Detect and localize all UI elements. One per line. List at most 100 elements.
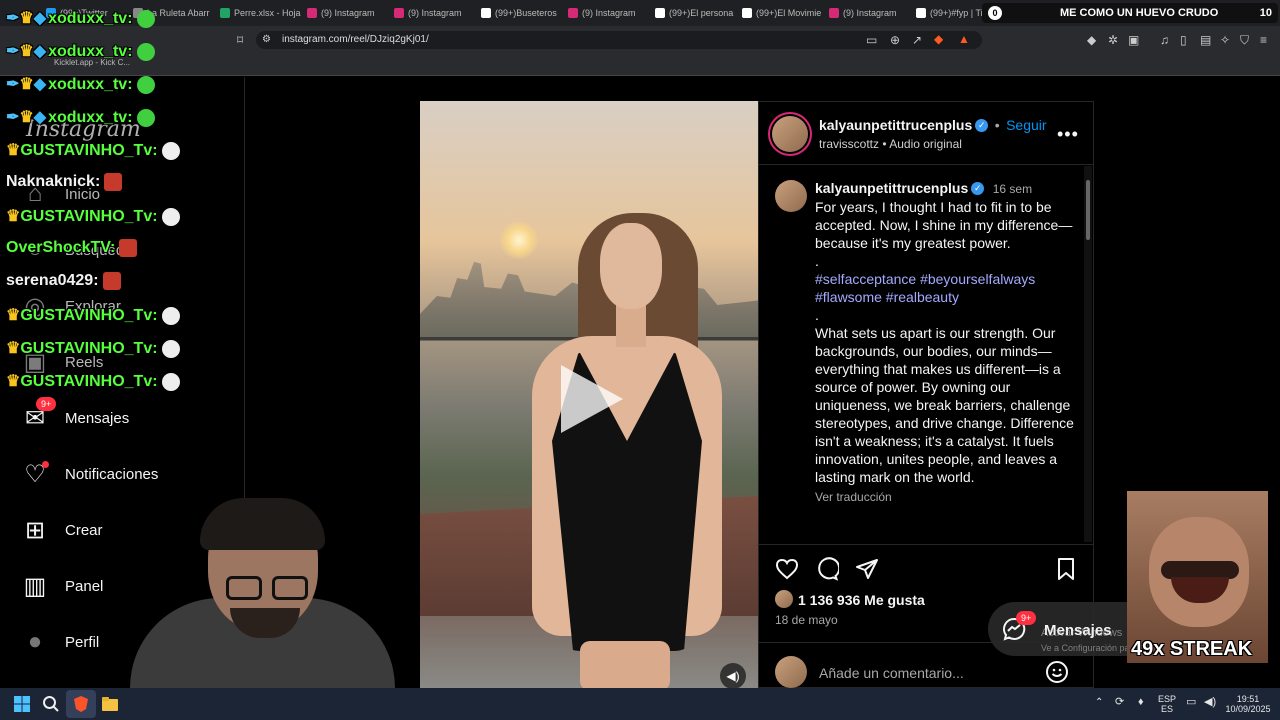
wallet-icon[interactable]: ▤ (1200, 34, 1211, 46)
audio-label[interactable]: Audio original (889, 137, 962, 151)
volume-icon[interactable]: ◀) (720, 663, 746, 688)
plus-icon: ⊞ (24, 516, 46, 544)
caption-hashtags[interactable]: #selfacceptance #beyourselfalways #flaws… (815, 270, 1077, 306)
caption-scrollbar-thumb[interactable] (1086, 180, 1090, 240)
chat-emote-icon (161, 141, 180, 160)
author-username[interactable]: kalyaunpetittrucenplus (819, 117, 972, 133)
site-settings-icon[interactable]: ⚙ (262, 34, 271, 46)
chat-message: ✒♛◆ xoduxx_tv: (6, 74, 155, 94)
tab-label: (9) Instagram (408, 8, 462, 18)
post-header: kalyaunpetittrucenplus ✓ • Seguir (819, 117, 1047, 135)
tab-label: (9) Instagram (843, 8, 897, 18)
leo-icon[interactable]: ✧ (1220, 34, 1230, 46)
sidebar-item-notificaciones[interactable]: ♡ Notificaciones (22, 461, 158, 488)
comment-icon[interactable] (815, 557, 839, 581)
audio-info: travisscottz • Audio original (819, 137, 962, 151)
author-avatar[interactable] (772, 116, 808, 152)
tray-overflow-icon[interactable]: ⌃ (1095, 698, 1103, 708)
sidebar-item-label: Mensajes (65, 409, 130, 427)
sidebar-item-perfil[interactable]: ● Perfil (22, 628, 99, 655)
browser-tab[interactable]: (99+)El Movimie (736, 0, 823, 26)
chat-emote-icon (136, 42, 155, 61)
chat-username: Naknaknick: (6, 173, 101, 191)
brave-shield-icon[interactable]: ◆ (934, 33, 943, 45)
like-count[interactable]: 1 136 936 Me gusta (798, 592, 925, 608)
tray-language[interactable]: ESP ES (1158, 694, 1176, 714)
messages-icon: ✉ 9+ (22, 397, 57, 432)
tab-favicon-icon (568, 8, 578, 18)
chat-message: ✒♛◆ xoduxx_tv: (6, 107, 155, 127)
emoji-icon[interactable] (1045, 660, 1069, 684)
zoom-icon[interactable]: ⊕ (890, 34, 900, 46)
screenshot-icon[interactable]: ▣ (1128, 34, 1139, 46)
windows-start-icon[interactable] (13, 695, 31, 713)
media-icon[interactable]: ♫ (1160, 34, 1169, 46)
chat-emote-icon (161, 372, 180, 391)
bookmark-icon[interactable]: ⌑ (237, 34, 243, 46)
tab-favicon-icon (394, 8, 404, 18)
tab-label: La Ruleta Abarr (147, 8, 210, 18)
webcam-overlay (130, 498, 395, 688)
share-icon[interactable]: ↗ (912, 34, 922, 46)
tray-date: 10/09/2025 (1225, 704, 1271, 714)
play-icon[interactable] (561, 365, 623, 433)
like-icon[interactable] (775, 557, 799, 581)
puzzle-icon[interactable]: ✲ (1108, 34, 1118, 46)
chat-username: GUSTAVINHO_Tv: (20, 307, 158, 324)
notification-dot-icon (42, 461, 49, 468)
reel-video[interactable]: ◀) (420, 101, 758, 688)
chat-username: OverShockTV: (6, 239, 116, 257)
sidebar-toggle-icon[interactable]: ▯ (1180, 34, 1187, 46)
video-figure-head (600, 223, 662, 309)
file-explorer-icon[interactable] (101, 695, 119, 713)
tray-network-icon[interactable]: ▭ (1186, 697, 1196, 708)
follow-button[interactable]: Seguir (1006, 117, 1046, 133)
caption-avatar[interactable] (775, 180, 807, 212)
tray-volume-icon[interactable]: ◀) (1204, 697, 1216, 708)
tray-sync-icon[interactable]: ⟳ (1115, 697, 1124, 708)
browser-tab[interactable]: Perre.xlsx - Hoja (214, 0, 301, 26)
heart-icon: ♡ (22, 461, 49, 488)
share-post-icon[interactable] (855, 557, 879, 581)
liker-avatar[interactable] (775, 590, 793, 608)
browser-tab[interactable]: (99+)Buseteros (475, 0, 562, 26)
chat-emote-icon (119, 239, 138, 257)
taskbar-search-icon[interactable] (42, 695, 60, 713)
browser-tab[interactable]: (9) Instagram (562, 0, 649, 26)
actions-divider (759, 544, 1093, 545)
vpn-icon[interactable]: ⛉ (1240, 34, 1249, 46)
chat-emote-icon (136, 108, 155, 127)
chat-crown-icon: ♛ (6, 307, 21, 324)
tab-favicon-icon (481, 8, 491, 18)
see-translation-link[interactable]: Ver traducción (815, 488, 1077, 506)
audio-author[interactable]: travisscottz (819, 137, 879, 151)
chat-emote-icon (104, 173, 123, 191)
caption-username[interactable]: kalyaunpetittrucenplus (815, 180, 968, 196)
brave-browser-icon[interactable] (72, 695, 90, 713)
more-options-icon[interactable]: ••• (1057, 124, 1079, 145)
chat-username: GUSTAVINHO_Tv: (20, 373, 158, 390)
chat-emote-icon (161, 306, 180, 325)
chat-badges-icon: ✒♛◆ (6, 109, 47, 126)
screen: (99+)Twitter La Ruleta Abarr Perre.xlsx - … (0, 0, 1280, 720)
comment-input[interactable]: Añade un comentario... (819, 665, 964, 681)
extension-icon[interactable]: ◆ (1087, 34, 1096, 46)
tray-clock[interactable]: 19:51 10/09/2025 (1222, 694, 1274, 714)
tab-label: (9) Instagram (582, 8, 636, 18)
brave-rewards-icon[interactable]: ▲ (958, 33, 970, 45)
browser-tab[interactable]: (9) Instagram (388, 0, 475, 26)
sidebar-item-mensajes[interactable]: ✉ 9+ Mensajes (22, 397, 130, 432)
streak-label: 49x STREAK (1131, 638, 1253, 660)
browser-tab[interactable]: (9) Instagram (301, 0, 388, 26)
menu-icon[interactable]: ≡ (1260, 34, 1267, 46)
browser-tab[interactable]: (9) Instagram (823, 0, 910, 26)
video-figure-legs (580, 641, 670, 688)
sidebar-item-panel[interactable]: ▥ Panel (22, 573, 104, 600)
save-icon[interactable] (1054, 557, 1078, 581)
tab-favicon-icon (655, 8, 665, 18)
tray-mic-icon[interactable]: ♦ (1138, 697, 1144, 708)
cast-icon[interactable]: ▭ (866, 34, 877, 46)
chat-username: GUSTAVINHO_Tv: (20, 340, 158, 357)
sidebar-item-crear[interactable]: ⊞ Crear (22, 516, 103, 544)
browser-tab[interactable]: (99+)El persona (649, 0, 736, 26)
